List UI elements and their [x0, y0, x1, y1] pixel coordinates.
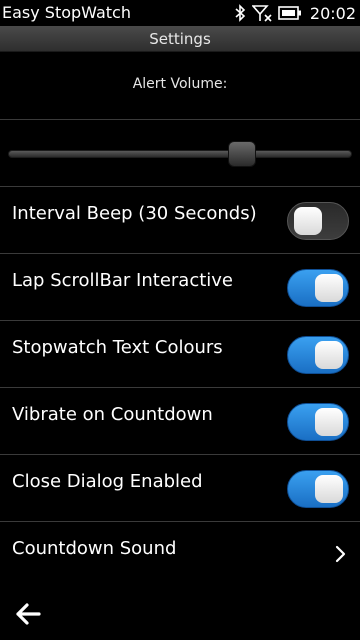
alert-volume-slider[interactable]	[8, 141, 352, 167]
status-time: 20:02	[309, 3, 356, 23]
toggle-knob	[315, 475, 343, 503]
setting-vibrate-countdown[interactable]: Vibrate on Countdown	[0, 388, 360, 455]
setting-countdown-sound[interactable]: Countdown Sound	[0, 522, 360, 589]
title-bar: Settings	[0, 26, 360, 52]
page-title: Settings	[149, 29, 211, 48]
toggle-knob	[315, 408, 343, 436]
toggle-knob	[315, 341, 343, 369]
toggle-knob	[315, 274, 343, 302]
slider-thumb[interactable]	[227, 141, 256, 167]
battery-icon	[278, 6, 301, 20]
setting-label: Interval Beep (30 Seconds)	[12, 203, 257, 224]
setting-interval-beep[interactable]: Interval Beep (30 Seconds)	[0, 187, 360, 254]
setting-text-colours[interactable]: Stopwatch Text Colours	[0, 321, 360, 388]
vibrate-countdown-toggle[interactable]	[287, 403, 349, 441]
close-dialog-toggle[interactable]	[287, 470, 349, 508]
setting-label: Countdown Sound	[12, 538, 177, 559]
status-bar: Easy StopWatch 20:02	[0, 0, 360, 26]
back-arrow-icon[interactable]	[14, 600, 42, 628]
chevron-right-icon[interactable]	[334, 544, 348, 564]
setting-label: Close Dialog Enabled	[12, 471, 203, 492]
status-app-name: Easy StopWatch	[2, 3, 131, 22]
lap-scrollbar-toggle[interactable]	[287, 269, 349, 307]
setting-close-dialog[interactable]: Close Dialog Enabled	[0, 455, 360, 522]
signal-off-icon	[251, 5, 272, 22]
bluetooth-icon	[235, 4, 246, 22]
text-colours-toggle[interactable]	[287, 336, 349, 374]
toggle-knob	[294, 207, 322, 235]
alert-volume-label: Alert Volume:	[132, 76, 228, 92]
divider	[0, 119, 360, 120]
setting-label: Lap ScrollBar Interactive	[12, 270, 234, 291]
status-icons: 20:02	[234, 3, 356, 23]
setting-label: Vibrate on Countdown	[12, 404, 213, 425]
slider-track[interactable]	[8, 150, 352, 158]
interval-beep-toggle[interactable]	[287, 202, 349, 240]
setting-lap-scrollbar[interactable]: Lap ScrollBar Interactive	[0, 254, 360, 321]
setting-label: Stopwatch Text Colours	[12, 337, 223, 358]
